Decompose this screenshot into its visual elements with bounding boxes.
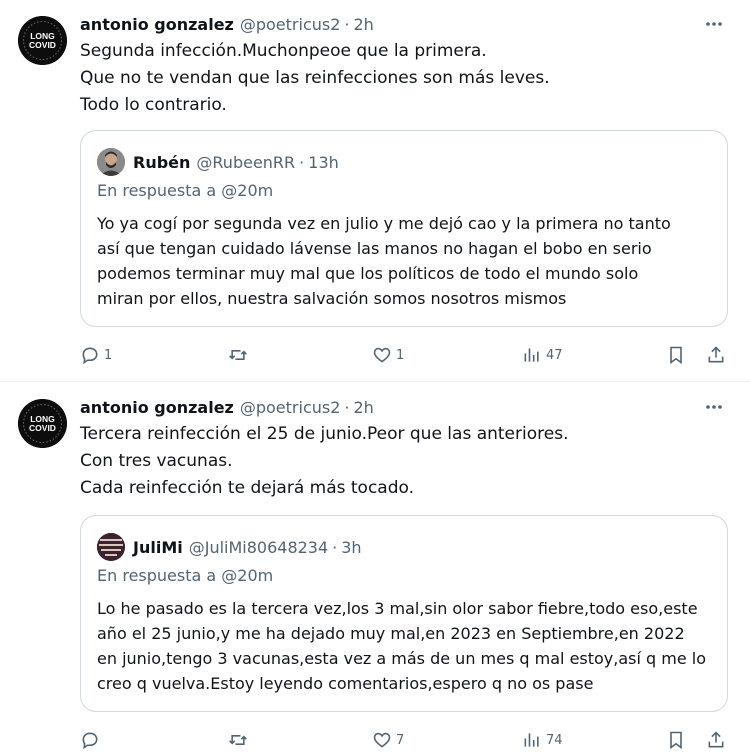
tweet-text: Tercera reinfección el 25 de junio.Peor … — [80, 421, 730, 502]
views-count: 47 — [546, 347, 563, 363]
like-count: 1 — [396, 347, 405, 363]
reply-button[interactable] — [80, 725, 104, 755]
separator: · — [344, 14, 350, 34]
bookmark-icon — [670, 731, 682, 750]
quoted-author-name[interactable]: Rubén — [133, 153, 190, 172]
retweet-button[interactable] — [228, 340, 252, 370]
reply-icon — [82, 347, 98, 365]
quoted-text-line: año el 25 junio,y me ha dejado muy mal,e… — [97, 624, 685, 643]
like-button[interactable]: 1 — [372, 340, 404, 370]
quoted-tweet-header: JuliMi @JuliMi80648234 · 3h — [97, 532, 362, 562]
tweet-text-line: Segunda infección.Muchonpeoe que la prim… — [80, 41, 487, 61]
separator: · — [344, 397, 350, 417]
retweet-icon — [229, 350, 247, 360]
author-handle[interactable]: @poetricus2 — [240, 398, 341, 417]
quoted-author-handle[interactable]: @RubeenRR — [196, 153, 295, 172]
views-count: 74 — [546, 732, 563, 748]
author-handle[interactable]: @poetricus2 — [240, 15, 341, 34]
quoted-text-line: miran por ellos, nuestra salvación somos… — [97, 289, 567, 308]
tweet-text: Segunda infección.Muchonpeoe que la prim… — [80, 38, 730, 119]
quoted-author-name[interactable]: JuliMi — [133, 538, 183, 557]
quoted-tweet[interactable]: Rubén @RubeenRR · 13h En respuesta a @20… — [80, 130, 728, 327]
timestamp[interactable]: 2h — [354, 398, 374, 417]
share-button[interactable] — [706, 725, 726, 755]
views-button[interactable]: 47 — [522, 340, 563, 370]
quoted-text-line: creo q vuelva.Estoy leyendo comentarios,… — [97, 674, 594, 693]
quoted-text-line: podemos terminar muy mal que los polític… — [97, 264, 639, 283]
tweet-header: antonio gonzalez @poetricus2 · 2h — [80, 12, 374, 36]
quoted-text-line: en junio,tengo 3 vacunas,esta vez a más … — [97, 649, 707, 668]
share-icon — [708, 731, 724, 748]
reply-icon — [82, 732, 98, 750]
share-button[interactable] — [706, 340, 726, 370]
more-options-icon[interactable] — [702, 12, 726, 36]
tweet-text-line: Cada reinfección te dejará más tocado. — [80, 478, 415, 498]
quoted-tweet-text: Yo ya cogí por segunda vez en julio y me… — [97, 211, 717, 311]
share-icon — [708, 346, 724, 363]
bookmark-icon — [670, 346, 682, 365]
tweet-text-line: Tercera reinfección el 25 de junio.Peor … — [80, 424, 569, 444]
quoted-author-handle[interactable]: @JuliMi80648234 — [189, 538, 328, 557]
reply-button[interactable]: 1 — [80, 340, 112, 370]
bookmark-button[interactable] — [666, 340, 686, 370]
quoted-tweet-header: Rubén @RubeenRR · 13h — [97, 147, 339, 177]
tweet-text-line: Con tres vacunas. — [80, 451, 233, 471]
quoted-text-line: así que tengan cuidado lávense las manos… — [97, 239, 652, 258]
like-button[interactable]: 7 — [372, 725, 404, 755]
author-name[interactable]: antonio gonzalez — [80, 398, 234, 417]
quoted-timestamp[interactable]: 13h — [308, 153, 339, 172]
quoted-avatar[interactable] — [97, 533, 125, 561]
avatar-text-line: COVID — [29, 423, 56, 433]
tweet[interactable]: LONG COVID antonio gonzalez @poetricus2 … — [0, 0, 750, 382]
author-name[interactable]: antonio gonzalez — [80, 15, 234, 34]
views-button[interactable]: 74 — [522, 725, 563, 755]
avatar[interactable]: LONG COVID — [18, 399, 67, 448]
reply-count: 1 — [104, 347, 113, 363]
quoted-timestamp[interactable]: 3h — [341, 538, 361, 557]
like-icon — [373, 732, 391, 748]
reply-context: En respuesta a @20m — [97, 566, 274, 585]
quoted-tweet-text: Lo he pasado es la tercera vez,los 3 mal… — [97, 596, 717, 696]
like-count: 7 — [396, 732, 405, 748]
tweet-text-line: Todo lo contrario. — [80, 95, 227, 115]
bookmark-button[interactable] — [666, 725, 686, 755]
views-icon — [524, 348, 539, 362]
tweet-actions: 7 74 — [80, 725, 730, 755]
tweet-header: antonio gonzalez @poetricus2 · 2h — [80, 395, 374, 419]
tweet[interactable]: LONG COVID antonio gonzalez @poetricus2 … — [0, 383, 750, 756]
retweet-button[interactable] — [228, 725, 252, 755]
quoted-avatar[interactable] — [97, 148, 125, 176]
separator: · — [332, 537, 338, 557]
avatar-text-line: COVID — [29, 40, 56, 50]
retweet-icon — [229, 735, 247, 745]
tweet-text-line: Que no te vendan que las reinfecciones s… — [80, 68, 550, 88]
avatar[interactable]: LONG COVID — [18, 16, 67, 65]
timestamp[interactable]: 2h — [354, 15, 374, 34]
quoted-tweet[interactable]: JuliMi @JuliMi80648234 · 3h En respuesta… — [80, 515, 728, 712]
reply-context: En respuesta a @20m — [97, 181, 274, 200]
more-options-icon[interactable] — [702, 395, 726, 419]
tweet-actions: 1 1 47 — [80, 340, 730, 370]
quoted-text-line: Yo ya cogí por segunda vez en julio y me… — [97, 214, 671, 233]
like-icon — [373, 347, 391, 363]
quoted-text-line: Lo he pasado es la tercera vez,los 3 mal… — [97, 599, 698, 618]
views-icon — [524, 733, 539, 747]
separator: · — [299, 152, 305, 172]
